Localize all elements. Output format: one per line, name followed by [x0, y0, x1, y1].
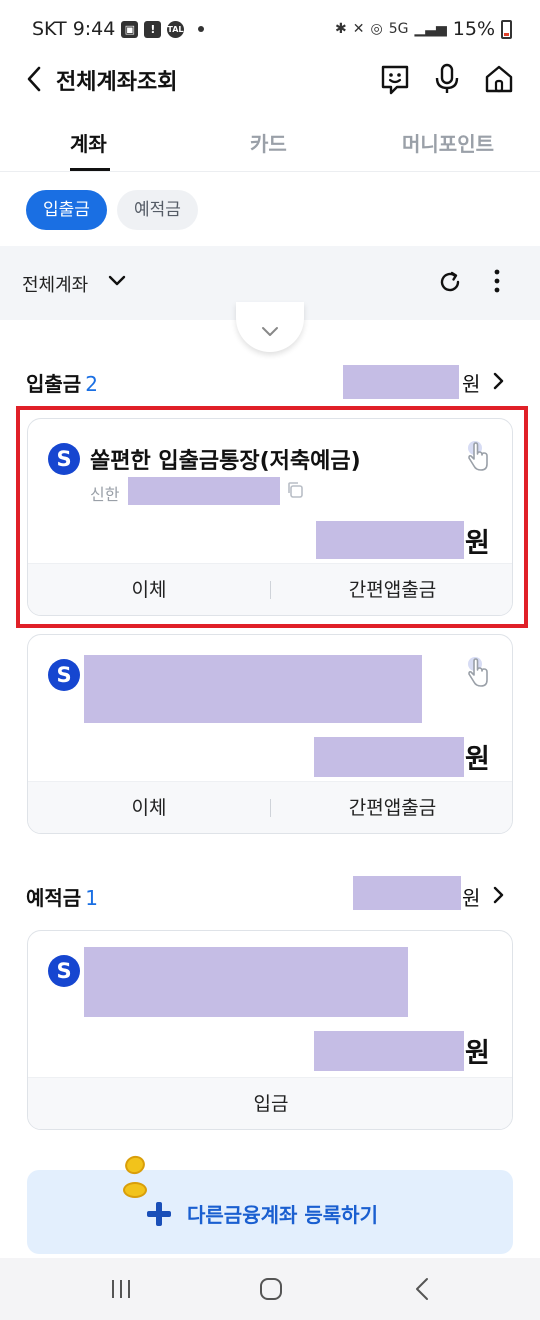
status-bar: SKT 9:44 ▣ ! TALK ✱ ✕ ◎ 5G ▁▃▅ 15%: [0, 0, 540, 60]
tab-money-point[interactable]: 머니포인트: [402, 128, 494, 157]
chevron-down-icon: [262, 327, 278, 336]
carrier-time: SKT 9:44: [32, 18, 116, 40]
page-title: 전체계좌조회: [56, 70, 178, 95]
collapse-toggle[interactable]: [236, 302, 304, 352]
app-header: 전체계좌조회: [0, 56, 540, 102]
mute-icon: ✕: [352, 21, 365, 37]
battery-icon: [501, 19, 512, 39]
balance-won: 원: [465, 744, 490, 775]
refresh-icon[interactable]: [438, 270, 462, 294]
section-savings-title[interactable]: 예적금 1: [26, 882, 98, 911]
status-left: SKT 9:44 ▣ ! TALK: [32, 18, 205, 40]
register-other-account-button[interactable]: 다른금융계좌 등록하기: [27, 1153, 513, 1254]
account-filter-dropdown[interactable]: 전체계좌: [22, 271, 88, 297]
savings-total-won: 원: [462, 886, 481, 910]
tab-cards[interactable]: 카드: [250, 128, 287, 157]
section-deposit-count: 2: [85, 372, 98, 396]
balance-won: 원: [465, 1038, 490, 1069]
tab-accounts[interactable]: 계좌: [70, 128, 107, 157]
home-icon[interactable]: [482, 62, 516, 96]
highlight-box: [16, 406, 528, 628]
system-nav-bar: [0, 1258, 540, 1320]
redacted-account-info: [84, 947, 408, 1017]
talk-icon: TALK: [167, 20, 190, 38]
more-notifications-icon: [198, 26, 205, 32]
account-tabs: 계좌 카드 머니포인트: [0, 118, 540, 172]
more-options-icon[interactable]: [486, 268, 508, 294]
battery-percent: 15%: [452, 18, 495, 40]
status-right: ✱ ✕ ◎ 5G ▁▃▅ 15%: [335, 18, 512, 40]
deposit-total-won: 원: [462, 372, 481, 396]
deposit-button[interactable]: 입금: [28, 1078, 512, 1129]
signal-icon: ▁▃▅: [414, 21, 447, 37]
account-card[interactable]: S 원 이체 간편앱출금: [27, 634, 513, 834]
register-button-label: 다른금융계좌 등록하기: [187, 1203, 378, 1227]
chatbot-icon[interactable]: [378, 62, 412, 96]
chevron-down-icon[interactable]: [108, 274, 126, 288]
section-savings-count: 1: [85, 886, 98, 910]
coin-icon: [122, 1153, 148, 1177]
tab-active-indicator: [70, 168, 110, 171]
plus-icon: [147, 1202, 171, 1226]
recent-apps-icon[interactable]: [106, 1276, 136, 1302]
redacted-balance: [314, 1031, 464, 1071]
chevron-right-icon[interactable]: [492, 886, 504, 904]
hotspot-icon: ◎: [370, 21, 383, 37]
account-card[interactable]: S 원 입금: [27, 930, 513, 1130]
gallery-icon: ▣: [121, 20, 139, 38]
easy-app-withdrawal-button[interactable]: 간편앱출금: [271, 782, 512, 833]
shinhan-logo-icon: S: [48, 659, 80, 691]
coin-icon: [123, 1182, 147, 1198]
redacted-total-deposit: [343, 365, 459, 399]
card-actions: 입금: [28, 1077, 512, 1129]
section-deposit-title[interactable]: 입출금 2: [26, 368, 98, 397]
transfer-button[interactable]: 이체: [28, 782, 270, 833]
chip-deposit-withdrawal[interactable]: 입출금: [26, 190, 107, 230]
microphone-icon[interactable]: [430, 62, 464, 96]
chip-savings[interactable]: 예적금: [117, 190, 198, 230]
alert-icon: !: [144, 20, 162, 38]
chevron-right-icon[interactable]: [492, 372, 504, 390]
shinhan-logo-icon: S: [48, 955, 80, 987]
back-button-icon[interactable]: [408, 1276, 438, 1302]
redacted-account-info: [84, 655, 422, 723]
redacted-total-savings: [353, 876, 461, 910]
bluetooth-icon: ✱: [335, 21, 347, 37]
back-arrow-icon[interactable]: [26, 66, 42, 92]
section-savings-label: 예적금: [26, 886, 82, 910]
card-actions: 이체 간편앱출금: [28, 781, 512, 833]
section-deposit-label: 입출금: [26, 372, 82, 396]
redacted-balance: [314, 737, 464, 777]
hand-pointer-icon[interactable]: [462, 655, 492, 689]
network-label: 5G: [388, 21, 409, 37]
home-button-icon[interactable]: [256, 1276, 286, 1302]
